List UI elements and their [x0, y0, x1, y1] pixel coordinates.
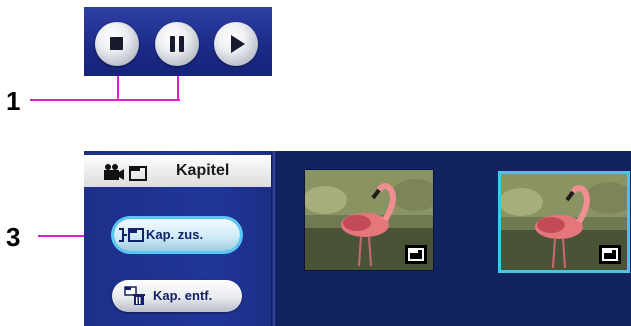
chapter-sidebar: Kapitel Kap. zus. Kap. entf.: [84, 151, 271, 326]
chapter-header-title: Kapitel: [176, 162, 230, 179]
delete-chapter-icon: [124, 286, 145, 305]
chapter-marker: [405, 245, 427, 264]
camera-chapter-icon: [104, 164, 147, 181]
callout-number-3: 3: [6, 222, 21, 252]
sidebar-divider: [271, 151, 275, 326]
pause-icon: [170, 36, 184, 52]
chapter-marker: [599, 245, 621, 264]
delete-chapter-button[interactable]: Kap. entf.: [112, 280, 242, 312]
add-chapter-button[interactable]: Kap. zus.: [114, 219, 240, 251]
transport-controls: [84, 7, 272, 76]
chapter-editor: Kapitel Kap. zus. Kap. entf.: [84, 151, 631, 326]
play-icon: [231, 35, 245, 53]
chapter-marker-icon: [602, 248, 618, 261]
callout-line-1-horizontal: [30, 99, 180, 101]
add-chapter-label: Kap. zus.: [146, 227, 204, 242]
chapter-thumbnail-selected[interactable]: [498, 171, 630, 273]
callout-number-1: 1: [6, 86, 21, 116]
delete-chapter-label: Kap. entf.: [153, 288, 213, 303]
chapter-header: Kapitel: [84, 155, 271, 187]
chapter-marker-icon: [408, 248, 424, 261]
pause-button[interactable]: [155, 22, 199, 66]
play-button[interactable]: [214, 22, 258, 66]
chapter-thumbnail[interactable]: [304, 169, 434, 271]
stop-button[interactable]: [95, 22, 139, 66]
add-chapter-icon: [119, 228, 144, 242]
stop-icon: [110, 37, 123, 50]
